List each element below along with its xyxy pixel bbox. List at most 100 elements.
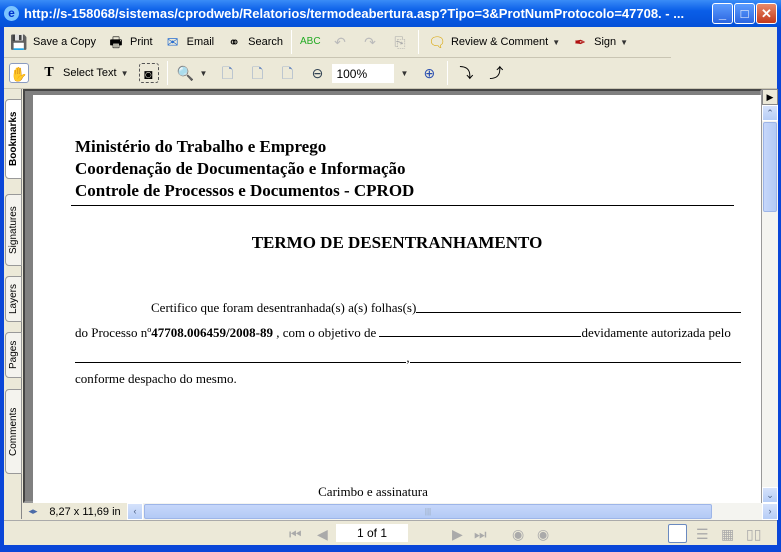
save-copy-button[interactable]: 💾 Save a Copy xyxy=(4,29,101,55)
snapshot-button[interactable]: ◙ xyxy=(134,60,164,86)
chevron-down-icon: ▼ xyxy=(620,37,629,47)
header-line-1: Ministério do Trabalho e Emprego xyxy=(75,137,327,156)
tab-pages[interactable]: Pages xyxy=(5,332,22,378)
previous-page-icon[interactable]: ◀ xyxy=(317,526,328,543)
separator xyxy=(447,61,449,85)
zoom-dropdown-chevron-icon[interactable]: ▼ xyxy=(400,69,408,78)
paragraph-line-4: conforme despacho do mesmo. xyxy=(75,371,237,386)
sign-button[interactable]: ✒ Sign ▼ xyxy=(565,29,633,55)
redo-button[interactable]: ↷ xyxy=(355,29,385,55)
tab-signatures[interactable]: Signatures xyxy=(5,194,22,266)
hand-tool-button[interactable]: ✋ xyxy=(4,60,34,86)
spellcheck-button[interactable]: ABC xyxy=(295,29,325,55)
pen-icon: ✒ xyxy=(574,34,586,50)
print-label: Print xyxy=(129,36,153,48)
actual-size-button[interactable]: 🗋 xyxy=(212,60,242,86)
continuous-layout-icon[interactable]: ☰ xyxy=(696,526,709,543)
document-title: TERMO DE DESENTRANHAMENTO xyxy=(251,233,543,252)
ie-icon: e xyxy=(4,6,19,21)
plus-circle-icon: ⊕ xyxy=(423,65,436,81)
tab-layers[interactable]: Layers xyxy=(5,276,22,322)
zoom-in-button[interactable]: ⊕ xyxy=(414,60,444,86)
sign-label: Sign xyxy=(594,36,617,48)
separator xyxy=(290,30,292,54)
zoom-out-button[interactable]: ⊖ xyxy=(302,60,332,86)
review-comment-button[interactable]: 🗨 Review & Comment ▼ xyxy=(422,29,565,55)
facing-continuous-layout-icon[interactable]: ▦ xyxy=(721,526,734,543)
line2-text: , com o objetivo de xyxy=(272,325,380,340)
navigation-panel: Bookmarks Signatures Layers Pages Commen… xyxy=(4,89,22,519)
next-page-icon[interactable]: ▶ xyxy=(452,526,463,543)
note-icon: 🗨 xyxy=(428,34,446,50)
undo-icon: ↶ xyxy=(334,34,346,50)
rotate-clockwise-button[interactable]: ⤵ xyxy=(451,60,481,86)
previous-view-icon[interactable]: ◉ xyxy=(512,526,524,543)
select-text-button[interactable]: T Select Text ▼ xyxy=(34,60,134,86)
toolbar-file: 💾 Save a Copy 🖶 Print ✉ Email ⚭ Search ABC ↶… xyxy=(4,27,671,58)
spellcheck-icon: ABC xyxy=(299,36,321,47)
split-handle-icon[interactable]: ◂▸ xyxy=(23,506,43,517)
fit-width-icon: 🗋 xyxy=(281,65,294,81)
tab-comments[interactable]: Comments xyxy=(5,389,22,474)
rotate-ccw-icon: ⤴ xyxy=(489,65,504,81)
blank-line xyxy=(379,336,582,337)
copy-icon: ⎘ xyxy=(394,34,406,50)
hand-icon: ✋ xyxy=(9,63,29,83)
zoom-input[interactable]: 100% xyxy=(332,63,395,83)
separator xyxy=(166,61,168,85)
horizontal-bar: ◂▸ 8,27 x 11,69 in ‹ ||| › xyxy=(23,503,778,520)
search-button[interactable]: ⚭ Search xyxy=(219,29,288,55)
copy-button[interactable]: ⎘ xyxy=(385,29,415,55)
minimize-button[interactable]: _ xyxy=(712,3,733,24)
panel-options-arrow-icon[interactable]: ▶ xyxy=(762,89,778,105)
printer-icon: 🖶 xyxy=(109,34,123,50)
magnifier-icon: 🔍 xyxy=(176,65,195,81)
header-rule xyxy=(71,205,734,206)
facing-layout-icon[interactable]: ▯▯ xyxy=(746,526,761,543)
tab-bookmarks[interactable]: Bookmarks xyxy=(5,99,22,179)
last-page-icon[interactable]: ⏭ xyxy=(474,526,487,543)
fit-width-button[interactable]: 🗋 xyxy=(272,60,302,86)
rotate-counterclockwise-button[interactable]: ⤴ xyxy=(481,60,511,86)
scroll-right-button[interactable]: › xyxy=(762,503,778,520)
scroll-up-button[interactable]: ⌃ xyxy=(762,105,778,121)
header-line-3: Controle de Processos e Documentos - CPR… xyxy=(75,181,415,200)
blank-line xyxy=(75,350,407,363)
page-icon: 🗋 xyxy=(221,65,234,81)
review-label: Review & Comment xyxy=(450,36,549,48)
paragraph-line-3: , xyxy=(75,350,741,366)
page-number-input[interactable]: 1 of 1 xyxy=(336,524,408,542)
close-button[interactable]: ✕ xyxy=(756,3,777,24)
line2-text: do Processo nº xyxy=(75,325,152,340)
first-page-icon[interactable]: ⏮ xyxy=(289,526,302,543)
print-button[interactable]: 🖶 Print xyxy=(101,29,158,55)
page-size: 8,27 x 11,69 in xyxy=(49,505,121,518)
pdf-page: Ministério do Trabalho e Emprego Coorden… xyxy=(33,95,761,505)
blank-line xyxy=(409,350,741,363)
document-viewport: Ministério do Trabalho e Emprego Coorden… xyxy=(23,89,762,505)
horizontal-scrollbar[interactable]: ‹ ||| › xyxy=(127,503,778,520)
email-label: Email xyxy=(186,36,215,48)
vertical-scrollbar[interactable]: ▶ ⌃ ⌄ xyxy=(762,89,778,503)
scroll-left-button[interactable]: ‹ xyxy=(127,503,143,520)
vertical-scroll-thumb[interactable] xyxy=(763,122,777,212)
header-line-2: Coordenação de Documentação e Informação xyxy=(75,159,406,178)
select-text-label: Select Text xyxy=(63,67,117,79)
single-page-layout-icon[interactable] xyxy=(668,524,687,543)
camera-icon: ◙ xyxy=(138,63,159,83)
save-copy-label: Save a Copy xyxy=(33,36,96,48)
zoom-in-tool-button[interactable]: 🔍 ▼ xyxy=(171,60,213,86)
page-navigation-bar: ⏮ ◀ 1 of 1 ▶ ⏭ ◉ ◉ ☰ ▦ ▯▯ xyxy=(4,520,777,545)
chevron-down-icon: ▼ xyxy=(120,68,129,78)
email-button[interactable]: ✉ Email xyxy=(158,29,220,55)
scroll-down-button[interactable]: ⌄ xyxy=(762,487,778,503)
chevron-down-icon: ▼ xyxy=(552,37,561,47)
email-globe-icon: ✉ xyxy=(166,34,179,50)
undo-button[interactable]: ↶ xyxy=(325,29,355,55)
chevron-down-icon: ▼ xyxy=(199,68,208,78)
window-title: http://s-158068/sistemas/cprodweb/Relato… xyxy=(24,6,685,21)
next-view-icon[interactable]: ◉ xyxy=(537,526,549,543)
horizontal-scroll-thumb[interactable]: ||| xyxy=(144,504,712,519)
maximize-button[interactable]: □ xyxy=(734,3,755,24)
fit-page-button[interactable]: 🗋 xyxy=(242,60,272,86)
